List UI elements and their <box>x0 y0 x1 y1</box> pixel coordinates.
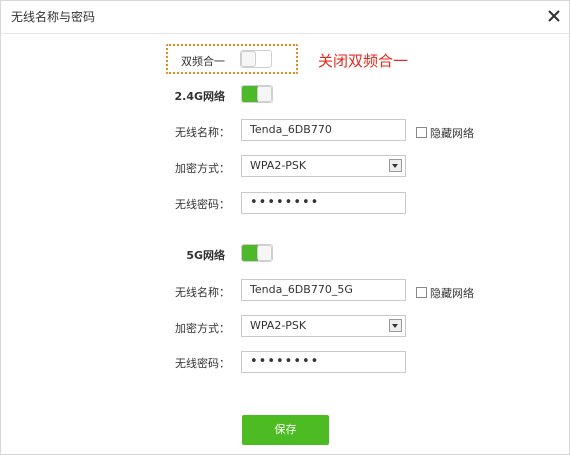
toggle-on-fill <box>242 245 258 261</box>
hide-network-label: 隐藏网络 <box>430 287 474 300</box>
toggle-knob <box>257 86 272 102</box>
band-24-ssid-input[interactable]: Tenda_6DB770 <box>241 119 406 141</box>
band-5-password-input[interactable]: •••••••• <box>241 351 406 373</box>
band-24-ssid-label: 无线名称： <box>175 126 230 139</box>
band-5-security-select[interactable]: WPA2-PSK <box>241 315 406 337</box>
dialog-header: 无线名称与密码 <box>1 1 569 34</box>
select-value: WPA2-PSK <box>250 159 307 172</box>
band-5-hide-network-checkbox[interactable]: 隐藏网络 <box>416 285 474 301</box>
select-value: WPA2-PSK <box>250 319 307 332</box>
band-5-ssid-label: 无线名称： <box>175 286 230 299</box>
save-button[interactable]: 保存 <box>242 415 329 445</box>
band-24-security-label: 加密方式： <box>175 162 230 175</box>
band-5-password-label: 无线密码： <box>175 357 230 370</box>
checkbox-box <box>416 287 427 298</box>
band-24-password-label: 无线密码： <box>175 198 230 211</box>
dialog-title: 无线名称与密码 <box>11 10 96 24</box>
toggle-on-fill <box>242 86 258 102</box>
chevron-down-icon[interactable] <box>389 319 402 332</box>
hide-network-label: 隐藏网络 <box>430 127 474 140</box>
chevron-down-icon[interactable] <box>389 159 402 172</box>
band-5-ssid-input[interactable]: Tenda_6DB770_5G <box>241 279 406 301</box>
toggle-knob <box>257 245 272 261</box>
dual-band-toggle[interactable] <box>240 50 272 68</box>
band-24-toggle[interactable] <box>241 85 273 103</box>
dual-band-label: 双频合一 <box>181 55 225 68</box>
toggle-knob <box>241 51 256 67</box>
band-5-security-label: 加密方式： <box>175 322 230 335</box>
annotation-text: 关闭双频合一 <box>318 52 409 70</box>
band-24-hide-network-checkbox[interactable]: 隐藏网络 <box>416 125 474 141</box>
checkbox-box <box>416 127 427 138</box>
band-5-section-label: 5G网络 <box>186 249 225 262</box>
close-icon[interactable] <box>545 7 563 25</box>
band-24-security-select[interactable]: WPA2-PSK <box>241 155 406 177</box>
band-24-section-label: 2.4G网络 <box>174 90 225 103</box>
band-5-toggle[interactable] <box>241 244 273 262</box>
band-24-password-input[interactable]: •••••••• <box>241 192 406 214</box>
